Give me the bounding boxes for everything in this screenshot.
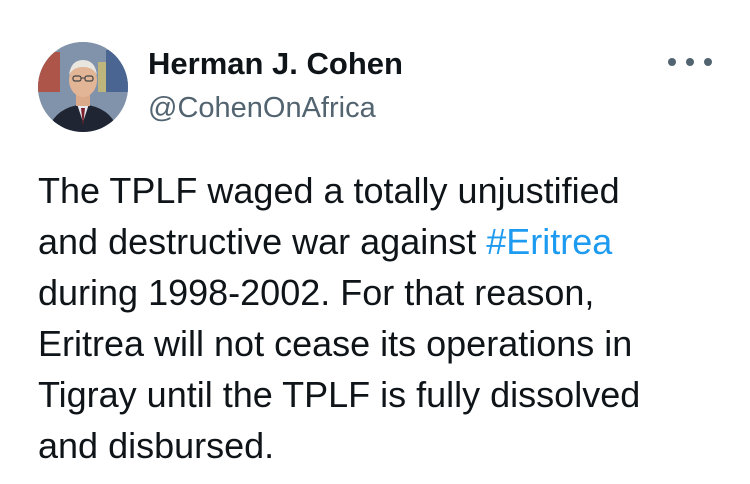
hashtag-link[interactable]: #Eritrea [486, 221, 612, 262]
tweet-text-line: and destructive war against #Eritrea [38, 216, 728, 267]
tweet-text-line: during 1998-2002. For that reason, [38, 272, 595, 313]
tweet-text-line: Tigray until the TPLF is fully dissolved [38, 374, 641, 415]
avatar-photo-icon [38, 42, 128, 132]
more-options-icon[interactable] [668, 50, 712, 74]
tweet-card: Herman J. Cohen @CohenOnAfrica The TPLF … [0, 0, 750, 484]
dot-icon [704, 58, 712, 66]
author-display-name[interactable]: Herman J. Cohen [148, 46, 403, 82]
author-handle[interactable]: @CohenOnAfrica [148, 91, 376, 125]
tweet-text: The TPLF waged a totally unjustified and… [38, 165, 728, 471]
tweet-text-segment: and destructive war against [38, 221, 487, 262]
tweet-text-line: The TPLF waged a totally unjustified [38, 170, 620, 211]
tweet-text-line: Eritrea will not cease its operations in [38, 323, 633, 364]
author-avatar[interactable] [38, 42, 128, 132]
dot-icon [668, 58, 676, 66]
dot-icon [686, 58, 694, 66]
tweet-text-line: and disbursed. [38, 425, 275, 466]
